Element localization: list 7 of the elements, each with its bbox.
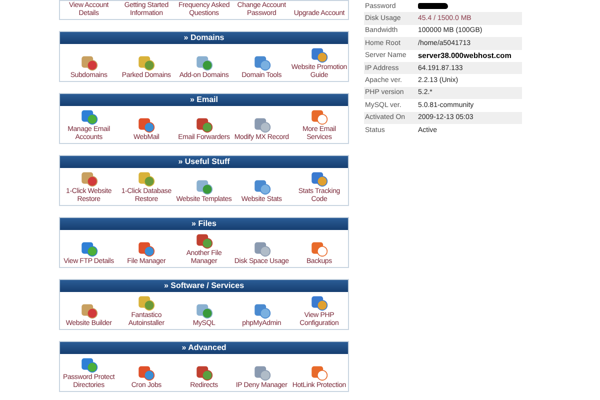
section-header: » Email <box>60 94 348 106</box>
section-header: » Files <box>60 218 348 230</box>
redaction-mark <box>418 3 448 10</box>
section-header: » Domains <box>60 32 348 44</box>
section-header: » Software / Services <box>60 280 348 292</box>
section-header: » Advanced <box>60 342 348 354</box>
section-header: » Useful Stuff <box>60 156 348 168</box>
